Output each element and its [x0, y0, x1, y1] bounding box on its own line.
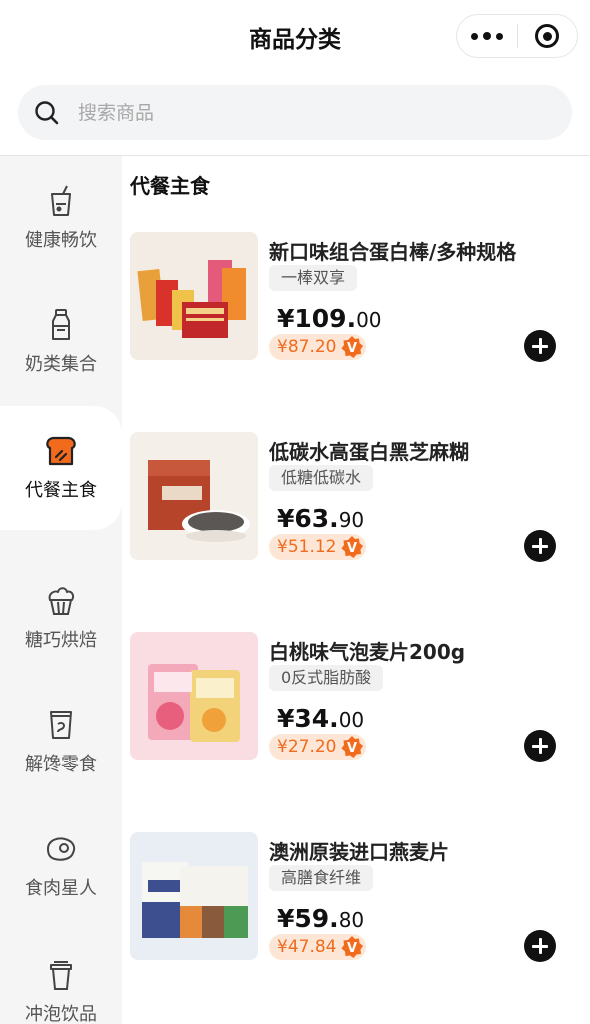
product-card[interactable]: 低碳水高蛋白黑芝麻糊 低糖低碳水 ¥63.90 ¥51.12 V — [122, 432, 590, 632]
product-price: ¥59.80 — [277, 904, 365, 933]
cupcake-icon — [48, 587, 75, 615]
product-name: 新口味组合蛋白棒/多种规格 — [269, 240, 517, 264]
steak-icon — [46, 837, 76, 861]
snack-bag-icon — [50, 711, 72, 739]
close-mini-program-button[interactable] — [517, 14, 577, 58]
vip-badge-icon: V — [341, 736, 364, 758]
vip-badge-icon: V — [341, 336, 364, 358]
vip-badge-icon: V — [341, 936, 364, 958]
product-card[interactable]: 白桃味气泡麦片200g 0反式脂肪酸 ¥34.00 ¥27.20 V — [122, 632, 590, 832]
more-dots-icon — [470, 32, 478, 40]
sidebar-item-meal-replacement[interactable]: 代餐主食 — [0, 406, 122, 530]
product-tag: 高膳食纤维 — [269, 865, 374, 891]
vip-price: ¥47.84 V — [269, 934, 367, 960]
add-to-cart-button[interactable] — [524, 730, 556, 762]
product-price: ¥34.00 — [277, 704, 365, 733]
sidebar-item-meat-lovers[interactable]: 食肉星人 — [0, 804, 122, 928]
vip-price: ¥27.20 V — [269, 734, 367, 760]
product-tag: 0反式脂肪酸 — [269, 665, 384, 691]
vip-badge-icon: V — [341, 536, 364, 558]
product-name: 低碳水高蛋白黑芝麻糊 — [269, 440, 469, 464]
top-bar: 商品分类 — [0, 0, 590, 74]
product-image-peach-oats[interactable] — [130, 632, 258, 760]
toast-bread-icon — [46, 436, 76, 466]
section-title: 代餐主食 — [130, 174, 210, 198]
sidebar-item-milk[interactable]: 奶类集合 — [0, 280, 122, 404]
sidebar-item-snacks[interactable]: 解馋零食 — [0, 680, 122, 804]
product-name: 白桃味气泡麦片200g — [269, 640, 466, 664]
svg-text:V: V — [347, 541, 357, 556]
more-options-button[interactable] — [457, 14, 517, 58]
sidebar-item-healthy-drinks[interactable]: 健康畅饮 — [0, 156, 122, 280]
drink-cup-icon — [51, 185, 71, 216]
milk-bottle-icon — [52, 309, 70, 340]
product-price: ¥109.00 — [277, 304, 382, 333]
svg-text:V: V — [347, 341, 357, 356]
target-circle-icon — [535, 24, 560, 48]
vip-price: ¥87.20 V — [269, 334, 367, 360]
product-image-australian-oats[interactable] — [130, 832, 258, 960]
sidebar-item-brewed-drinks[interactable]: 冲泡饮品 — [0, 930, 122, 1024]
product-card[interactable]: 澳洲原装进口燕麦片 高膳食纤维 ¥59.80 ¥47.84 V — [122, 832, 590, 1024]
product-name: 澳洲原装进口燕麦片 — [269, 840, 449, 864]
product-image-sesame-paste[interactable] — [130, 432, 258, 560]
category-sidebar: 健康畅饮 奶类集合 代餐主食 糖巧烘焙 解馋零食 食肉星人 冲泡饮品 — [0, 156, 122, 1024]
add-to-cart-button[interactable] — [524, 530, 556, 562]
search-bar[interactable] — [18, 85, 572, 140]
add-to-cart-button[interactable] — [524, 930, 556, 962]
mini-program-capsule — [456, 14, 578, 58]
add-to-cart-button[interactable] — [524, 330, 556, 362]
product-card[interactable]: 新口味组合蛋白棒/多种规格 一棒双享 ¥109.00 ¥87.20 V — [122, 232, 590, 432]
product-tag: 一棒双享 — [269, 265, 358, 291]
search-icon — [35, 100, 59, 124]
product-tag: 低糖低碳水 — [269, 465, 374, 491]
product-image-protein-bar[interactable] — [130, 232, 258, 360]
coffee-cup-icon — [50, 961, 72, 990]
svg-text:V: V — [347, 741, 357, 756]
vip-price: ¥51.12 V — [269, 534, 367, 560]
sidebar-item-sweets-baking[interactable]: 糖巧烘焙 — [0, 556, 122, 680]
product-list-panel: 代餐主食 新口味组合蛋白棒/多种规格 一棒双享 ¥109.00 ¥87.20 V — [122, 156, 590, 1024]
product-price: ¥63.90 — [277, 504, 365, 533]
search-input[interactable] — [78, 101, 518, 124]
svg-text:V: V — [347, 941, 357, 956]
